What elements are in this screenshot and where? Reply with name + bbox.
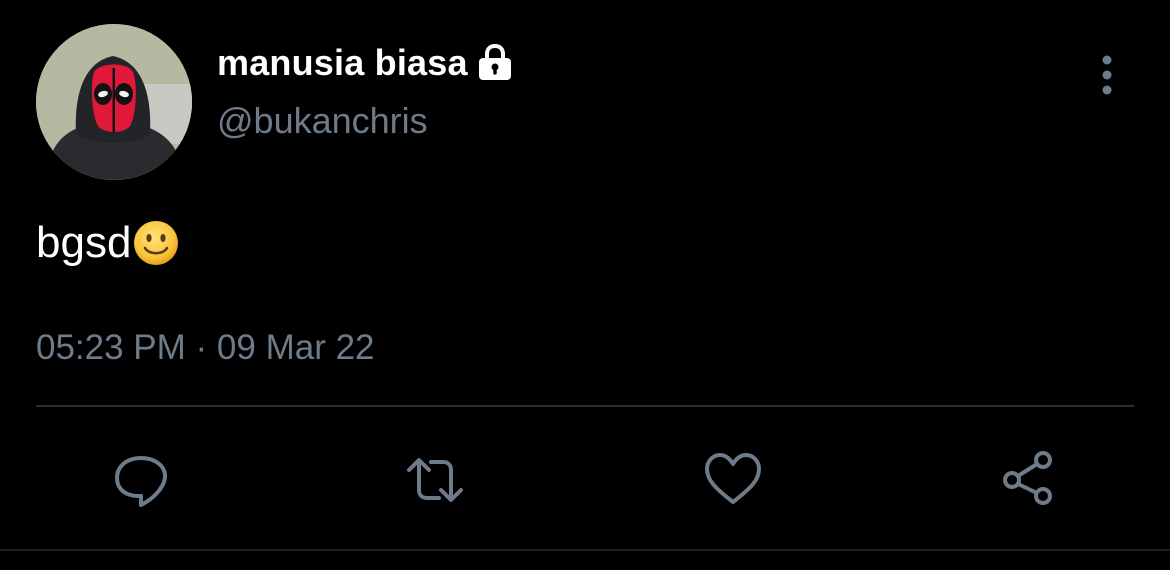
retweet-button[interactable] — [405, 450, 465, 510]
divider — [0, 549, 1170, 551]
reply-button[interactable] — [111, 450, 171, 510]
tweet-text: bgsd — [36, 218, 132, 267]
tweet-card: manusia biasa @bukanchris bgsd 05:23 PM … — [0, 0, 1170, 570]
tweet-text-row: bgsd — [36, 218, 179, 268]
handle[interactable]: @bukanchris — [217, 100, 428, 142]
reply-icon — [115, 456, 168, 507]
share-button[interactable] — [998, 450, 1058, 510]
lock-icon — [476, 43, 514, 83]
retweet-icon — [407, 458, 463, 502]
heart-icon — [705, 453, 761, 504]
slightly-smiling-face-icon — [133, 220, 179, 266]
divider — [36, 405, 1134, 407]
display-name-row: manusia biasa — [217, 38, 514, 88]
more-vertical-icon[interactable] — [1092, 52, 1122, 100]
avatar[interactable] — [36, 24, 192, 180]
tweet-timestamp[interactable]: 05:23 PM · 09 Mar 22 — [36, 328, 375, 368]
like-button[interactable] — [703, 450, 763, 510]
avatar-image — [36, 24, 192, 180]
share-icon — [1003, 451, 1052, 505]
display-name[interactable]: manusia biasa — [217, 42, 468, 84]
